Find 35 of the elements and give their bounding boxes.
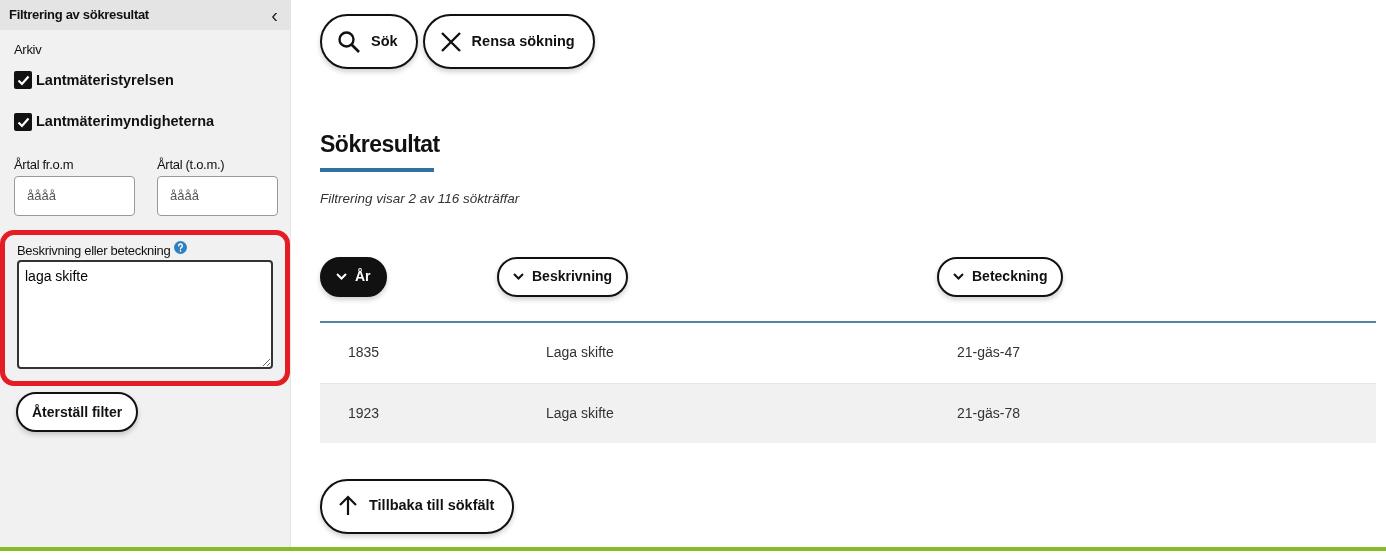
- table-cell-text: Laga skifte: [546, 403, 615, 423]
- results-summary: Filtrering visar 2 av 116 sökträffar: [320, 189, 521, 208]
- arrow-up-icon: [337, 495, 359, 518]
- table-cell-text: 1923: [348, 403, 381, 423]
- chevron-down-icon: [513, 273, 524, 281]
- sort-button[interactable]: Beskrivning: [497, 256, 629, 297]
- search-icon: [337, 29, 361, 54]
- checkbox[interactable]: [14, 113, 32, 132]
- field-label: Årtal (t.o.m.): [157, 156, 226, 174]
- checkbox[interactable]: [14, 71, 32, 90]
- collapse-button[interactable]: ‹: [271, 5, 278, 25]
- close-icon: [439, 30, 462, 53]
- description-field[interactable]: laga skifte: [17, 260, 273, 369]
- archive-label: Arkiv: [14, 41, 43, 59]
- table-cell-text: Laga skifte: [546, 343, 615, 363]
- sort-button[interactable]: År: [320, 256, 387, 297]
- table-cell-text: 21-gäs-78: [957, 403, 1022, 423]
- field-label: Årtal fr.o.m: [14, 156, 75, 174]
- checkbox-label: Lantmäterimyndigheterna: [36, 112, 215, 132]
- year-field[interactable]: åååå: [14, 175, 135, 216]
- chevron-down-icon: [336, 273, 347, 281]
- table-cell-text: 21-gäs-47: [957, 343, 1022, 363]
- sort-button[interactable]: Beteckning: [937, 256, 1064, 297]
- back-to-search-button[interactable]: Tillbaka till sökfält: [320, 478, 515, 534]
- help-icon[interactable]: [174, 240, 188, 254]
- chevron-down-icon: [953, 273, 964, 281]
- reset-filter-button[interactable]: Återställ filter: [16, 392, 139, 432]
- clear-search-button[interactable]: Rensa sökning: [422, 14, 595, 69]
- sidebar-title: Filtrering av sökresultat: [9, 6, 149, 25]
- year-field[interactable]: åååå: [157, 175, 278, 216]
- table-cell-text: 1835: [348, 343, 381, 363]
- results-heading: Sökresultat: [320, 131, 441, 159]
- field-label: Beskrivning eller beteckning: [17, 242, 171, 258]
- search-button[interactable]: Sök: [320, 14, 418, 69]
- checkbox-label: Lantmäteristyrelsen: [36, 70, 174, 90]
